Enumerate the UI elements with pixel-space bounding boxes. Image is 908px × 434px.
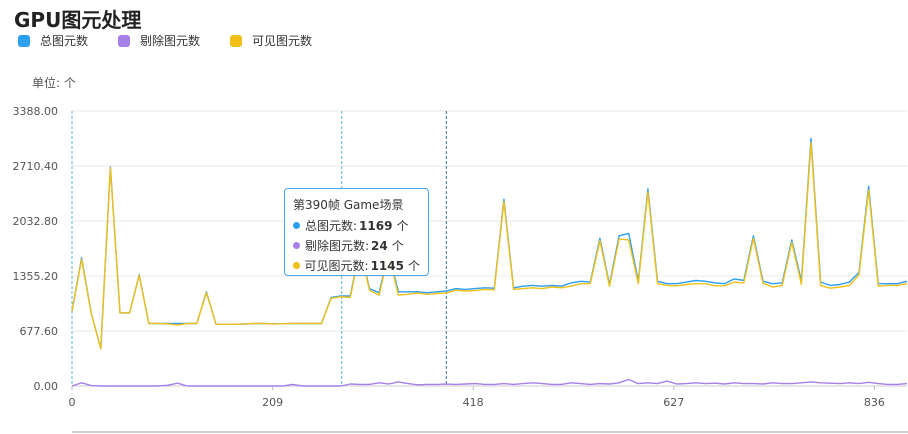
tooltip-row-culled: 剔除图元数: 24 个	[293, 237, 420, 254]
x-tick-label: 836	[864, 396, 885, 409]
series-line-culled	[71, 378, 908, 387]
tooltip-value-total: 1169	[359, 218, 393, 233]
series-line-total	[71, 137, 908, 350]
y-tick-label: 677.60	[20, 325, 59, 338]
y-tick-label: 2710.40	[13, 160, 59, 173]
x-tick-label: 627	[663, 396, 684, 409]
tooltip-unit-total: 个	[396, 219, 409, 233]
y-tick-label: 2032.80	[13, 215, 59, 228]
x-tick-label: 209	[262, 396, 283, 409]
x-tick-label: 0	[69, 396, 76, 409]
tooltip-dot-total	[293, 222, 300, 229]
tooltip: 第390帧 Game场景 总图元数: 1169 个 剔除图元数: 24 个 可见…	[284, 188, 429, 276]
tooltip-dot-culled	[293, 242, 300, 249]
tooltip-row-total: 总图元数: 1169 个	[293, 217, 420, 234]
tooltip-label-culled: 剔除图元数:	[305, 239, 370, 253]
tooltip-value-culled: 24	[371, 238, 388, 253]
tooltip-unit-visible: 个	[407, 259, 420, 273]
x-tick-label: 418	[463, 396, 484, 409]
line-chart[interactable]: 0.00 677.60 1355.20 2032.80 2710.40 3388.00 0 2…	[0, 0, 908, 434]
series-line-visible	[71, 141, 908, 350]
zoom-scrollbar[interactable]	[72, 431, 908, 433]
tooltip-title: 第390帧 Game场景	[293, 198, 404, 212]
tooltip-row-visible: 可见图元数: 1145 个	[293, 257, 420, 274]
y-tick-label: 3388.00	[13, 105, 59, 118]
tooltip-value-visible: 1145	[370, 258, 404, 273]
y-tick-label: 0.00	[34, 380, 59, 393]
tooltip-unit-culled: 个	[391, 239, 404, 253]
y-tick-label: 1355.20	[13, 270, 59, 283]
tooltip-dot-visible	[293, 262, 300, 269]
tooltip-label-visible: 可见图元数:	[304, 259, 369, 273]
tooltip-label-total: 总图元数:	[305, 219, 358, 233]
